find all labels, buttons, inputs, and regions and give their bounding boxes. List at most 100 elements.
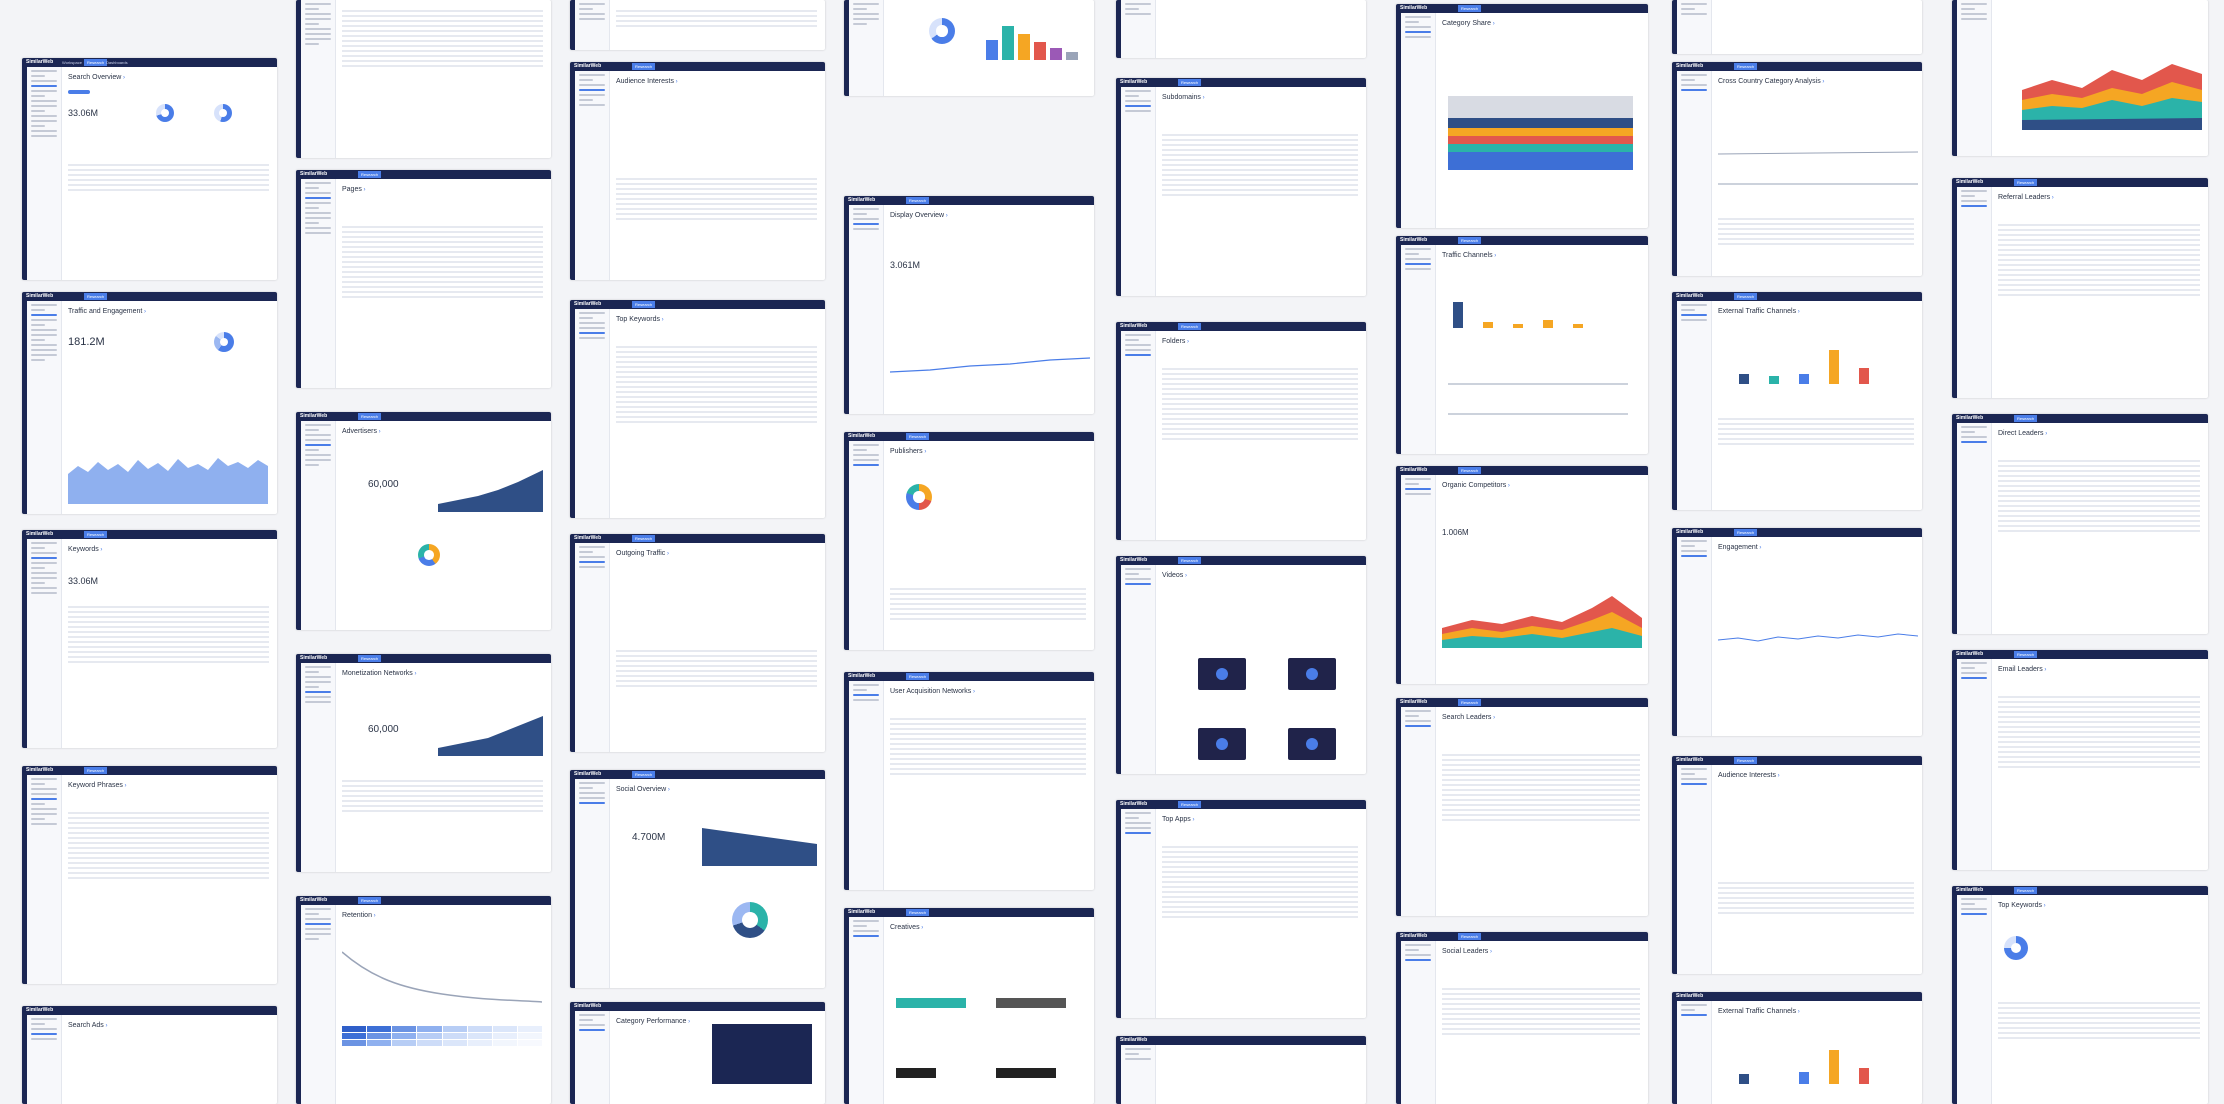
nav-research[interactable]: Research [1734, 293, 1758, 300]
video-thumbnail[interactable] [1288, 728, 1336, 760]
page-title: Audience Interests › [1718, 772, 1918, 779]
nav-research[interactable]: Research [1178, 801, 1202, 808]
bar-chart [1739, 1050, 1869, 1084]
nav-research[interactable]: Research [1458, 699, 1482, 706]
top-nav: SimilarWeb Workspace Research Dashboards [22, 58, 277, 67]
nav-research[interactable]: Research [358, 413, 382, 420]
bar-chart [1453, 302, 1583, 328]
nav-research[interactable]: Research [632, 301, 656, 308]
sidebar [1677, 1001, 1712, 1104]
main: Monetization Networks › 60,000 [338, 666, 547, 870]
table [1714, 218, 1918, 248]
info-icon: › [2043, 431, 2048, 437]
creative-thumbnail[interactable] [996, 998, 1066, 1008]
nav-research[interactable]: Research [1458, 5, 1482, 12]
sidebar [849, 0, 884, 96]
info-icon: › [412, 671, 417, 677]
brand-logo: SimilarWeb [1120, 323, 1148, 329]
nav-research[interactable]: Research [1734, 63, 1758, 70]
page-title: Traffic and Engagement › [68, 308, 273, 315]
video-thumbnail[interactable] [1198, 728, 1246, 760]
page-title: Keyword Phrases › [68, 782, 273, 789]
filter-pill[interactable] [68, 90, 90, 94]
nav-research[interactable]: Research [906, 433, 930, 440]
page-title-text: Videos [1162, 572, 1184, 579]
table [64, 164, 273, 194]
nav-dashboards[interactable]: Dashboards [106, 59, 128, 66]
brand-logo: SimilarWeb [26, 59, 54, 65]
info-icon: › [1796, 309, 1800, 315]
nav-research[interactable]: Research [632, 63, 656, 70]
nav-research[interactable]: Research [2014, 887, 2038, 894]
top-nav: SimilarWeb Research [296, 654, 551, 663]
nav-research[interactable]: Research [1734, 529, 1758, 536]
nav-research[interactable]: Research [1458, 933, 1482, 940]
nav-research[interactable]: Research [1178, 79, 1202, 86]
main: Audience Interests › [1714, 768, 1918, 972]
nav-research[interactable]: Research [632, 771, 656, 778]
nav-research[interactable]: Research [906, 909, 930, 916]
nav-research[interactable]: Research [84, 531, 108, 538]
nav-research[interactable]: Research [2014, 415, 2038, 422]
nav-research[interactable]: Research [358, 897, 382, 904]
table [612, 650, 821, 690]
bar-chart [1739, 350, 1869, 384]
nav-research[interactable]: Research [84, 59, 108, 66]
creative-thumbnail[interactable] [996, 1068, 1056, 1078]
nav-research[interactable]: Research [358, 655, 382, 662]
nav-research[interactable]: Research [1734, 757, 1758, 764]
creative-thumbnail[interactable] [896, 998, 966, 1008]
nav-research[interactable]: Research [1178, 557, 1202, 564]
nav-research[interactable]: Research [1178, 323, 1202, 330]
page-title: Direct Leaders › [1998, 430, 2204, 437]
video-thumbnail[interactable] [1288, 658, 1336, 690]
info-icon: › [2041, 903, 2046, 909]
nav-research[interactable]: Research [632, 535, 656, 542]
sidebar [1957, 187, 1992, 398]
page-title-text: Top Keywords [1998, 902, 2042, 909]
kpi-value: 1.006M [1442, 528, 1469, 537]
nav-research[interactable]: Research [1458, 467, 1482, 474]
table [1158, 846, 1362, 921]
table [886, 718, 1090, 778]
main: Display Overview › 3.061M [886, 208, 1090, 412]
screen-partial-top-2 [296, 0, 551, 158]
brand-logo: SimilarWeb [1676, 993, 1704, 999]
page-title: Creatives › [890, 924, 1090, 931]
page-title-text: Retention [342, 912, 372, 919]
top-nav: SimilarWeb Research [1952, 650, 2208, 659]
screen-folders: SimilarWeb Research Folders › [1116, 322, 1366, 540]
info-icon: › [121, 75, 125, 81]
nav-research[interactable]: Research [358, 171, 382, 178]
main: Pages › [338, 182, 547, 386]
page-title-text: Top Apps [1162, 816, 1191, 823]
sidebar [1401, 941, 1436, 1104]
table [612, 178, 821, 223]
nav-workspace[interactable]: Workspace [62, 59, 82, 66]
nav-research[interactable]: Research [906, 673, 930, 680]
nav-research[interactable]: Research [2014, 651, 2038, 658]
info-icon: › [1796, 1009, 1800, 1015]
sidebar [575, 71, 610, 280]
nav-research[interactable]: Research [84, 767, 108, 774]
screen-retention: SimilarWeb Research Retention › [296, 896, 551, 1104]
screen-age-distribution [844, 0, 1094, 96]
nav-research[interactable]: Research [2014, 179, 2038, 186]
top-nav: SimilarWeb Research [1672, 756, 1922, 765]
nav-research[interactable]: Research [906, 197, 930, 204]
page-title-text: Keyword Phrases [68, 782, 123, 789]
brand-logo: SimilarWeb [574, 301, 602, 307]
nav-research[interactable]: Research [1458, 237, 1482, 244]
screen-user-acquisition-networks: SimilarWeb Research User Acquisition Netw… [844, 672, 1094, 890]
screen-pages: SimilarWeb Research Pages › [296, 170, 551, 388]
nav-research[interactable]: Research [84, 293, 108, 300]
info-icon: › [666, 787, 670, 793]
video-thumbnail[interactable] [1198, 658, 1246, 690]
page-title: Pages › [342, 186, 547, 193]
page-title: Organic Competitors › [1442, 482, 1644, 489]
kpi-value: 3.061M [890, 260, 921, 270]
sidebar [1121, 809, 1156, 1018]
creative-thumbnail[interactable] [896, 1068, 936, 1078]
page-title: Category Share › [1442, 20, 1644, 27]
brand-logo: SimilarWeb [1676, 757, 1704, 763]
